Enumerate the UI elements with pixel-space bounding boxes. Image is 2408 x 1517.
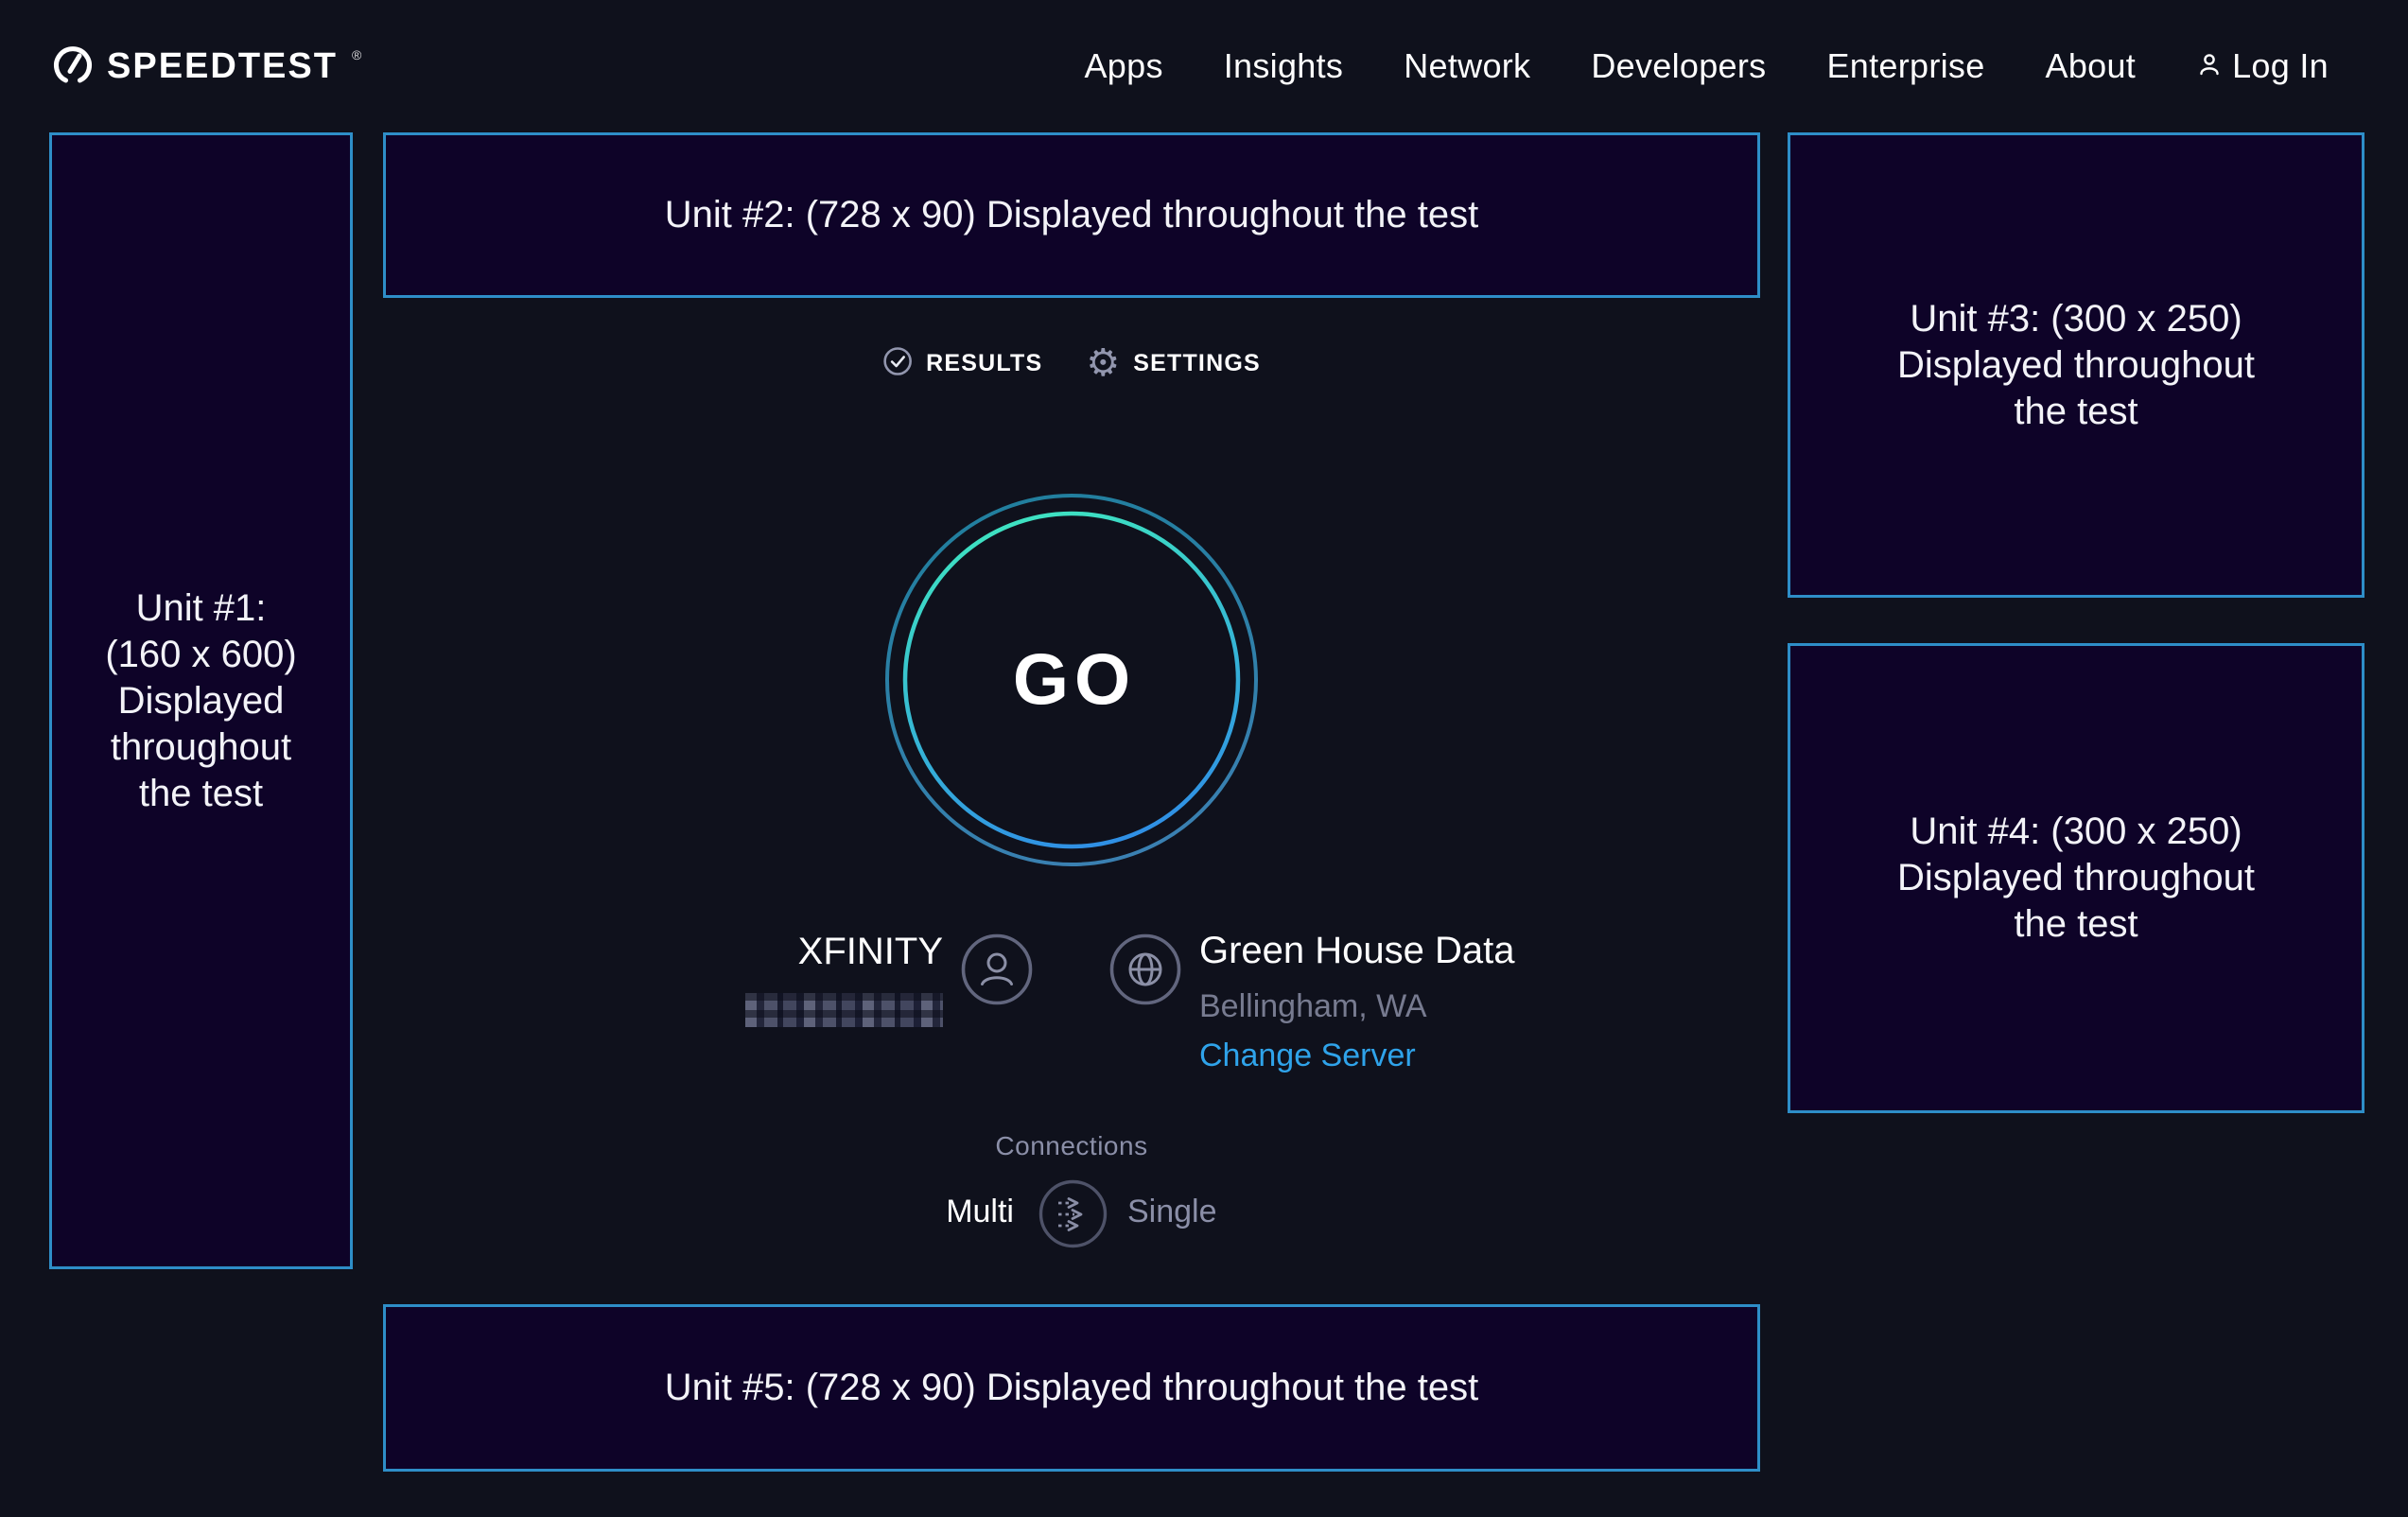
nav-item-enterprise[interactable]: Enterprise [1826,46,1984,86]
tab-settings-label: SETTINGS [1133,350,1261,377]
tab-settings[interactable]: ⚙ SETTINGS [1086,344,1260,382]
ad-unit-4-text: Unit #4: (300 x 250)Displayed throughout… [1897,809,2255,948]
ad-unit-1[interactable]: Unit #1:(160 x 600)Displayedthroughoutth… [49,132,353,1269]
nav-item-about[interactable]: About [2046,46,2137,86]
connections-label: Connections [995,1131,1147,1161]
isp-name[interactable]: XFINITY [383,931,943,973]
server-globe-icon [1108,933,1182,1006]
connections-single-option[interactable]: Single [1127,1194,1217,1230]
server-location: Bellingham, WA [1199,987,1515,1025]
speedtest-logo[interactable]: SPEEDTEST ® [51,42,359,92]
change-server-link[interactable]: Change Server [1199,1037,1416,1074]
go-label: GO [1007,639,1136,722]
ad-unit-1-text: Unit #1:(160 x 600)Displayedthroughoutth… [105,585,296,817]
ad-unit-3[interactable]: Unit #3: (300 x 250)Displayed throughout… [1788,132,2364,598]
tab-results[interactable]: RESULTS [882,346,1042,381]
main-content: RESULTS ⚙ SETTINGS GO XFINITY [383,0,1760,1517]
server-name: Green House Data [1199,929,1515,972]
logo-wordmark: SPEEDTEST [107,46,338,87]
gear-icon: ⚙ [1086,344,1120,382]
ad-unit-3-text: Unit #3: (300 x 250)Displayed throughout… [1897,296,2255,435]
login-button[interactable]: Log In [2196,46,2329,86]
isp-detail-redacted [745,993,943,1027]
connections-toggle[interactable] [1038,1179,1108,1248]
user-icon [2196,46,2223,86]
tab-bar: RESULTS ⚙ SETTINGS [882,344,1261,382]
speedometer-icon [51,42,95,92]
trademark-mark: ® [352,47,361,62]
check-circle-icon [882,346,913,381]
isp-person-icon [960,933,1034,1006]
tab-results-label: RESULTS [926,350,1042,377]
connections-multi-option[interactable]: Multi [383,1194,1014,1230]
ad-unit-4[interactable]: Unit #4: (300 x 250)Displayed throughout… [1788,643,2364,1113]
login-label: Log In [2232,46,2329,86]
go-button[interactable]: GO [882,491,1261,869]
server-info: Green House Data Bellingham, WA Change S… [1199,929,1515,1074]
